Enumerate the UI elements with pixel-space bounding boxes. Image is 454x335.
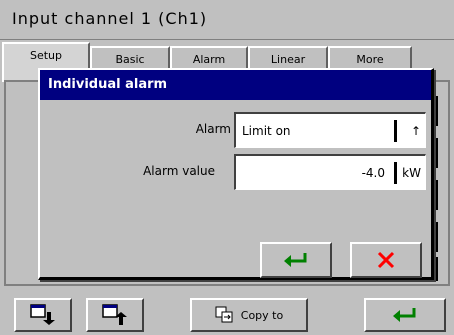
enter-icon <box>392 307 418 323</box>
alarm-direction-icon[interactable]: ↑ <box>411 116 421 146</box>
close-icon <box>377 251 395 269</box>
tab-label: Basic <box>115 53 145 66</box>
field-divider <box>394 162 397 184</box>
copy-icon <box>215 305 235 325</box>
tab-label: More <box>356 53 384 66</box>
dialog-ok-button[interactable] <box>260 242 332 278</box>
tab-label: Setup <box>29 49 63 62</box>
tab-label: Linear <box>270 53 306 66</box>
field-divider <box>394 120 397 142</box>
alarm-field[interactable]: Limit on ↑ <box>234 112 426 148</box>
alarm-value-unit: kW <box>402 166 421 180</box>
page-down-button[interactable] <box>14 298 72 332</box>
window-titlebar: Input channel 1 (Ch1) <box>0 0 454 40</box>
confirm-button[interactable] <box>364 298 446 332</box>
page-up-icon <box>102 304 128 326</box>
alarm-label: Alarm <box>195 122 231 136</box>
page-up-button[interactable] <box>86 298 144 332</box>
alarm-value-number: -4.0 <box>361 166 385 180</box>
dialog-cancel-button[interactable] <box>350 242 422 278</box>
tab-label: Alarm <box>192 53 226 66</box>
copy-to-button[interactable]: Copy to <box>190 298 308 332</box>
bottom-toolbar: Copy to <box>0 290 454 335</box>
alarm-value: Limit on <box>242 124 291 138</box>
alarm-value-field[interactable]: -4.0 kW <box>234 154 426 190</box>
individual-alarm-dialog: Individual alarm Alarm Limit on ↑ Alarm … <box>38 68 434 280</box>
page-down-icon <box>30 304 56 326</box>
copy-to-label: Copy to <box>240 308 284 322</box>
dialog-title: Individual alarm <box>40 70 431 100</box>
enter-icon <box>283 252 309 268</box>
window-title: Input channel 1 (Ch1) <box>12 9 208 28</box>
alarm-value-label: Alarm value <box>143 164 215 178</box>
